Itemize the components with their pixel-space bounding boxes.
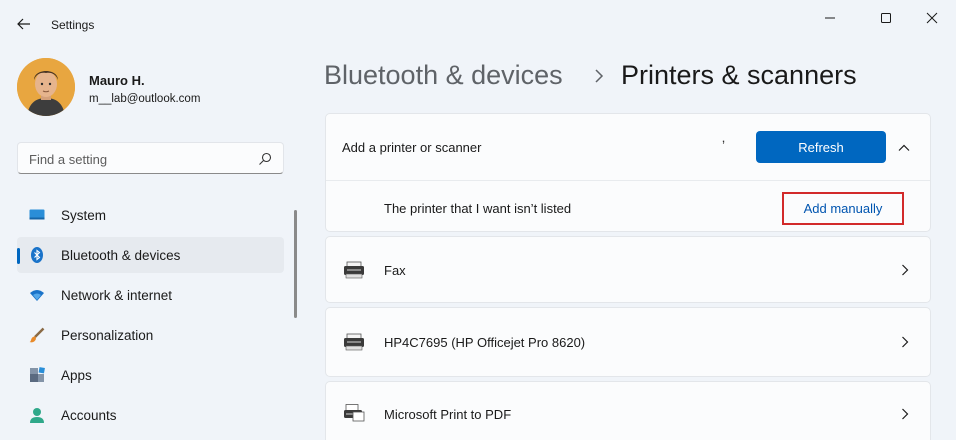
avatar[interactable]	[17, 58, 75, 116]
page-title: Printers & scanners	[621, 60, 857, 90]
sidebar-item-network-internet[interactable]: Network & internet	[17, 277, 284, 313]
chevron-right-icon	[595, 69, 604, 83]
printer-icon	[344, 333, 364, 351]
printer-item-fax[interactable]: Fax	[325, 236, 931, 303]
sidebar-item-label: Bluetooth & devices	[61, 248, 181, 263]
sidebar-item-label: Accounts	[61, 408, 117, 423]
chevron-right-icon	[902, 408, 909, 420]
user-avatar-icon	[17, 58, 75, 116]
printer-name: Microsoft Print to PDF	[384, 407, 512, 422]
add-printer-header[interactable]: Add a printer or scanner ʼ Refresh	[326, 114, 930, 180]
user-name: Mauro H.	[89, 73, 145, 88]
maximize-icon	[881, 13, 891, 23]
sidebar-item-label: System	[61, 208, 107, 223]
sidebar-item-accounts[interactable]: Accounts	[17, 397, 284, 433]
add-printer-expander: Add a printer or scanner ʼ Refresh The p…	[325, 113, 931, 232]
sidebar-item-apps[interactable]: Apps	[17, 357, 284, 393]
chevron-right-icon	[902, 264, 909, 276]
breadcrumb-parent[interactable]: Bluetooth & devices	[324, 60, 563, 91]
title-bar: Settings	[0, 0, 956, 40]
printer-item-hp[interactable]: HP4C7695 (HP Officejet Pro 8620)	[325, 307, 931, 377]
add-manually-button[interactable]: Add manually	[782, 192, 904, 225]
divider	[326, 180, 930, 181]
refresh-button[interactable]: Refresh	[756, 131, 886, 163]
sidebar-scrollbar[interactable]	[294, 210, 297, 318]
fax-printer-icon	[344, 261, 364, 279]
sidebar-item-bluetooth-devices[interactable]: Bluetooth & devices	[17, 237, 284, 273]
search-input[interactable]: Find a setting	[17, 142, 284, 174]
search-placeholder: Find a setting	[29, 152, 108, 167]
sidebar-item-label: Personalization	[61, 328, 154, 343]
pdf-printer-icon	[344, 404, 365, 422]
wifi-icon	[30, 290, 44, 301]
active-indicator	[17, 248, 20, 264]
chevron-up-icon[interactable]	[896, 140, 912, 156]
printer-name: HP4C7695 (HP Officejet Pro 8620)	[384, 335, 586, 350]
minimize-button[interactable]	[810, 4, 850, 32]
system-icon	[29, 209, 45, 220]
sidebar-item-label: Network & internet	[61, 288, 173, 303]
back-button[interactable]	[12, 12, 36, 36]
maximize-button[interactable]	[866, 4, 906, 32]
printer-item-microsoft-pdf[interactable]: Microsoft Print to PDF	[325, 381, 931, 440]
search-icon[interactable]	[257, 151, 273, 167]
brush-icon	[29, 327, 45, 343]
sidebar-item-personalization[interactable]: Personalization	[17, 317, 284, 353]
apps-icon	[30, 367, 45, 382]
printer-not-listed-label: The printer that I want isn’t listed	[384, 201, 572, 216]
back-arrow-icon	[17, 18, 30, 30]
person-icon	[30, 408, 44, 423]
minimize-icon	[825, 17, 835, 19]
close-icon	[926, 12, 938, 24]
user-email: m__lab@outlook.com	[89, 93, 201, 105]
close-button[interactable]	[912, 4, 952, 32]
chevron-right-icon	[902, 336, 909, 348]
progress-spinner: ʼ	[722, 138, 726, 154]
printer-name: Fax	[384, 263, 406, 278]
sidebar-item-label: Apps	[61, 368, 92, 383]
bluetooth-icon	[31, 247, 43, 263]
sidebar-item-system[interactable]: System	[17, 197, 284, 233]
add-printer-label: Add a printer or scanner	[342, 140, 482, 155]
app-title: Settings	[51, 18, 95, 32]
